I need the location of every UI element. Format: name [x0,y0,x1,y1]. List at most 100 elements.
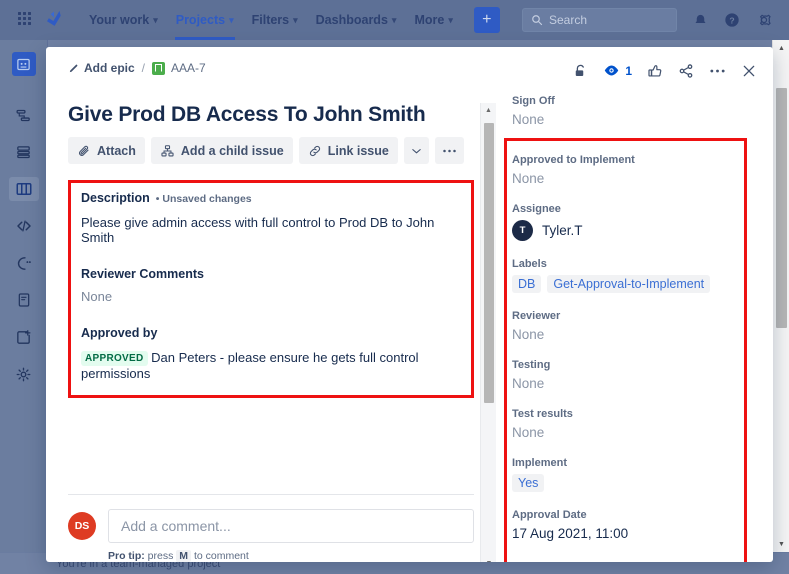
scroll-up-arrow-icon[interactable]: ▲ [773,40,789,56]
notifications-icon[interactable] [691,11,709,29]
app-switcher-icon[interactable] [18,12,34,28]
share-icon[interactable] [678,63,694,79]
nav-filters[interactable]: Filters ▾ [243,0,307,40]
nav-projects[interactable]: Projects ▾ [167,0,243,40]
nav-more-label: More [414,13,445,27]
project-settings-icon[interactable] [9,362,39,386]
issue-main-column: Give Prod DB Access To John Smith Attach… [46,95,496,562]
link-issue-label: Link issue [327,143,389,158]
page-scrollbar[interactable]: ▲ ▼ [772,40,789,552]
protip-prefix: Pro tip: [108,550,145,562]
field-approved-to-implement-value[interactable]: None [512,171,759,186]
field-approved-to-implement: Approved to Implement None [512,154,759,186]
add-comment-input[interactable]: Add a comment... [108,509,474,543]
field-sign-off-label: Sign Off [512,95,555,107]
chevron-down-icon: ▾ [153,14,158,25]
field-labels-value[interactable]: DB Get-Approval-to-Implement [512,275,759,293]
issue-action-toolbar: Attach Add a child issue Link issue [68,137,474,164]
code-icon[interactable] [9,214,39,238]
help-icon[interactable]: ? [723,11,741,29]
scroll-down-arrow-icon[interactable]: ▼ [773,536,789,552]
current-user-avatar[interactable]: DS [68,512,96,540]
issue-detail-modal: Add epic / AAA-7 1 Give Prod DB Access T… [46,47,773,562]
watch-button[interactable]: 1 [603,62,632,79]
page-scrollbar-thumb[interactable] [776,88,787,328]
add-child-issue-button[interactable]: Add a child issue [150,137,293,164]
scroll-down-arrow-icon[interactable]: ▼ [481,556,496,563]
releases-icon[interactable] [9,251,39,275]
attach-button[interactable]: Attach [68,137,145,164]
settings-icon[interactable] [755,11,773,29]
project-avatar[interactable] [11,52,36,76]
field-approval-date-value[interactable]: 17 Aug 2021, 11:00 [512,526,759,541]
board-icon[interactable] [8,177,39,201]
field-approved-to-implement-label: Approved to Implement [512,154,635,166]
field-test-results-label: Test results [512,408,573,420]
field-assignee: Assignee T Tyler.T [512,203,759,241]
toolbar-more-actions[interactable] [434,137,464,164]
breadcrumb-add-epic-label: Add epic [84,61,135,75]
field-implement-value[interactable]: Yes [512,474,545,492]
more-actions-icon [443,149,456,152]
breadcrumb-issue-key[interactable]: AAA-7 [152,61,206,75]
label-chip-db[interactable]: DB [512,275,542,293]
unlock-icon[interactable] [573,63,588,79]
global-search-placeholder: Search [549,13,588,27]
nav-dashboards[interactable]: Dashboards ▾ [307,0,406,40]
close-icon[interactable] [741,63,757,79]
field-test-results: Test results None [512,408,759,440]
create-issue-button[interactable]: + [473,7,500,33]
field-test-results-value[interactable]: None [512,425,759,440]
add-child-issue-label: Add a child issue [180,143,284,158]
field-sign-off-value[interactable]: None [512,112,759,127]
protip-mid: press [147,550,174,562]
protip-key: M [176,550,192,562]
description-heading: Description [81,191,150,205]
field-reviewer: Reviewer None [512,310,759,342]
breadcrumb-separator: / [141,61,146,75]
modal-columns: Give Prod DB Access To John Smith Attach… [46,95,773,562]
field-testing-value[interactable]: None [512,376,759,391]
approved-status-badge: APPROVED [81,351,148,366]
nav-more[interactable]: More ▾ [405,0,461,40]
breadcrumb-add-epic[interactable]: Add epic [68,61,135,75]
global-search-box[interactable]: Search [522,8,677,32]
watch-count: 1 [625,63,632,78]
nav-your-work[interactable]: Your work ▾ [80,0,167,40]
comment-protip: Pro tip: press M to comment [108,550,474,562]
scroll-up-arrow-icon[interactable]: ▲ [481,103,496,117]
search-icon [532,15,543,26]
thumbs-up-icon[interactable] [647,63,663,79]
nav-your-work-label: Your work [89,13,150,27]
backlog-icon[interactable] [9,140,39,164]
roadmap-icon[interactable] [9,103,39,127]
approved-by-row[interactable]: APPROVED Dan Peters - please ensure he g… [81,350,461,381]
chevron-down-icon: ▾ [391,14,397,25]
breadcrumb: Add epic / AAA-7 [68,61,206,75]
label-chip-get-approval[interactable]: Get-Approval-to-Implement [547,275,711,293]
field-assignee-value[interactable]: T Tyler.T [512,220,759,241]
description-body[interactable]: Please give admin access with full contr… [81,215,461,245]
watch-eye-icon [605,65,619,76]
pages-icon[interactable] [9,288,39,312]
jira-logo-icon[interactable] [44,10,64,30]
issue-content-scrollbar[interactable]: ▲ ▼ [480,103,496,562]
description-heading-row: Description • Unsaved changes [81,191,461,205]
add-item-icon[interactable] [9,325,39,349]
modal-header-actions: 1 [573,61,757,79]
global-nav-right: Search ? [522,8,779,32]
attach-icon [79,145,89,156]
more-actions-icon[interactable] [709,68,726,74]
toolbar-more-dropdown[interactable] [403,137,429,164]
reviewer-comments-value[interactable]: None [81,289,461,304]
approved-by-heading: Approved by [81,326,158,340]
field-reviewer-value[interactable]: None [512,327,759,342]
issue-content-scrollbar-thumb[interactable] [484,123,494,403]
comment-row: DS Add a comment... [68,509,474,543]
field-approval-date-label: Approval Date [512,509,587,521]
link-issue-button[interactable]: Link issue [298,137,398,164]
field-approval-date: Approval Date 17 Aug 2021, 11:00 [512,509,759,541]
avatar: T [512,220,533,241]
chevron-down-icon: ▾ [229,14,234,25]
field-sign-off: Sign Off None [512,95,759,127]
